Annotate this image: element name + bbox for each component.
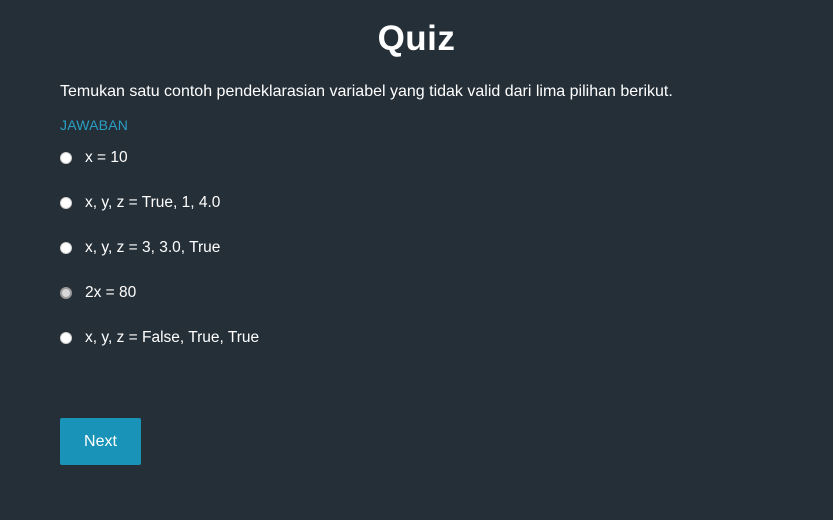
answer-option[interactable]: 2x = 80: [60, 281, 259, 305]
radio-button[interactable]: [60, 152, 72, 164]
page-title: Quiz: [377, 19, 456, 58]
answer-option-label: x, y, z = True, 1, 4.0: [85, 194, 221, 211]
answer-option-label: x, y, z = False, True, True: [85, 329, 260, 346]
answer-option[interactable]: x, y, z = 3, 3.0, True: [60, 236, 259, 260]
radio-button[interactable]: [60, 332, 72, 344]
answer-option[interactable]: x, y, z = True, 1, 4.0: [60, 191, 259, 215]
answer-options: x = 10 x, y, z = True, 1, 4.0 x, y, z = …: [60, 146, 259, 371]
answer-section-label: JAWABAN: [60, 117, 129, 133]
radio-button[interactable]: [60, 242, 72, 254]
radio-button[interactable]: [60, 197, 72, 209]
answer-option-label: x = 10: [85, 149, 128, 166]
answer-option[interactable]: x = 10: [60, 146, 259, 170]
radio-button[interactable]: [60, 287, 72, 299]
question-text: Temukan satu contoh pendeklarasian varia…: [60, 83, 673, 100]
answer-option[interactable]: x, y, z = False, True, True: [60, 326, 259, 350]
next-button[interactable]: Next: [60, 418, 141, 465]
quiz-page: Quiz Temukan satu contoh pendeklarasian …: [0, 0, 833, 520]
answer-option-label: 2x = 80: [85, 284, 137, 301]
answer-option-label: x, y, z = 3, 3.0, True: [85, 239, 221, 256]
